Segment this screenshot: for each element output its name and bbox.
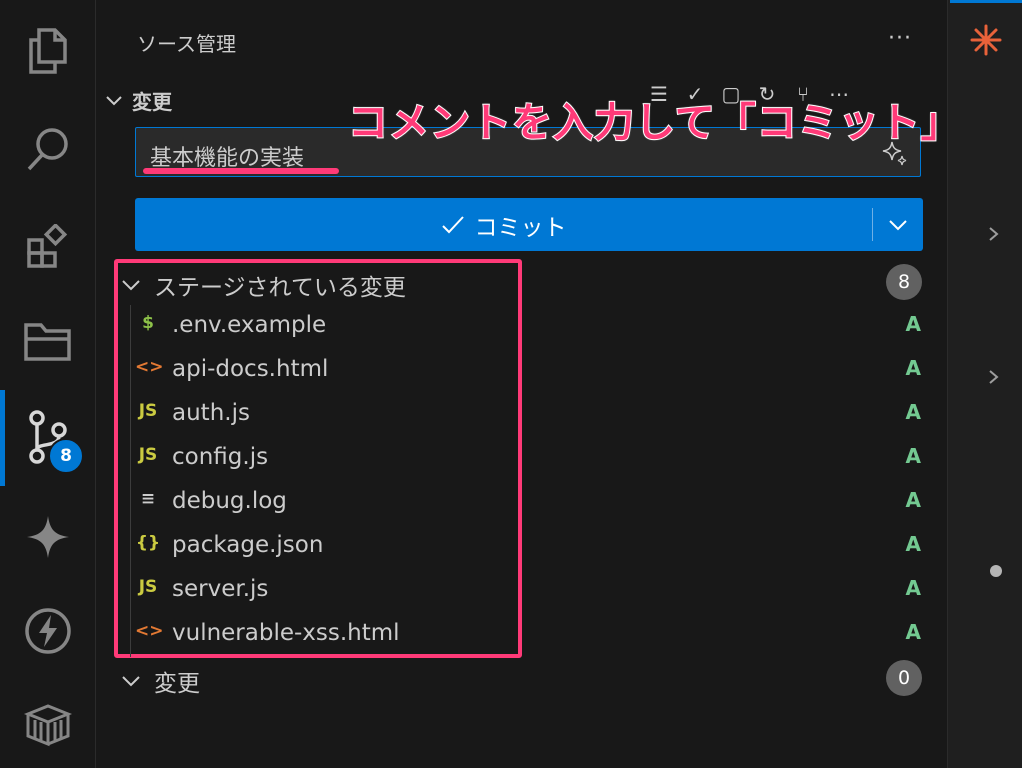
html-icon: <> <box>135 357 164 377</box>
dot-icon <box>990 565 1002 577</box>
file-row[interactable]: <> vulnerable-xss.html A <box>135 613 925 657</box>
file-row[interactable]: {} package.json A <box>135 525 925 569</box>
editor-area <box>947 0 1022 768</box>
file-name: server.js <box>172 576 269 602</box>
package-icon[interactable] <box>0 690 95 760</box>
file-status: A <box>905 400 921 424</box>
check-icon <box>441 215 464 233</box>
file-name: auth.js <box>172 400 250 426</box>
commit-button-label: コミット <box>474 214 567 241</box>
search-icon[interactable] <box>0 114 95 184</box>
file-row[interactable]: JS auth.js A <box>135 393 925 437</box>
html-icon: <> <box>135 621 164 641</box>
file-status: A <box>905 312 921 336</box>
file-status: A <box>905 488 921 512</box>
chevron-down-icon <box>106 95 122 105</box>
section-label: 変更 <box>132 90 172 114</box>
commit-button-main[interactable]: コミット <box>135 198 872 251</box>
file-name: package.json <box>172 532 324 558</box>
staged-changes-label: ステージされている変更 <box>154 275 406 301</box>
file-row[interactable]: JS config.js A <box>135 437 925 481</box>
annotation-callout: コメントを入力して「コミット」 <box>347 99 962 147</box>
file-status: A <box>905 532 921 556</box>
staged-changes-header[interactable]: ステージされている変更 <box>122 268 406 302</box>
file-row[interactable]: <> api-docs.html A <box>135 349 925 393</box>
asterisk-tab-icon[interactable] <box>970 24 1002 56</box>
chevron-down-icon <box>889 219 907 230</box>
file-name: .env.example <box>172 312 327 338</box>
activity-bar: 8 <box>0 0 96 768</box>
sparkle-icon[interactable] <box>0 502 95 572</box>
file-name: vulnerable-xss.html <box>172 620 400 646</box>
changes-label: 変更 <box>154 671 200 697</box>
js-icon: JS <box>138 401 158 421</box>
active-tab-accent <box>950 0 1022 3</box>
file-status: A <box>905 444 921 468</box>
explorer-icon[interactable] <box>0 16 95 86</box>
sidebar-title: ソース管理 <box>137 32 236 56</box>
chevron-down-icon <box>122 279 140 290</box>
message-underline-mark <box>143 168 339 174</box>
changes-section-header[interactable]: 変更 <box>106 86 172 115</box>
staged-count-badge: 8 <box>886 264 922 300</box>
json-icon: {} <box>135 533 161 553</box>
js-icon: JS <box>138 577 158 597</box>
file-status: A <box>905 576 921 600</box>
file-name: config.js <box>172 444 269 470</box>
changes-header[interactable]: 変更 <box>122 664 200 698</box>
more-actions-icon[interactable]: ··· <box>888 26 912 51</box>
source-control-badge: 8 <box>48 438 84 474</box>
file-row[interactable]: $ .env.example A <box>135 305 925 349</box>
log-file-icon: ≡ <box>140 489 156 509</box>
js-icon: JS <box>138 445 158 465</box>
file-status: A <box>905 356 921 380</box>
lightning-icon[interactable] <box>0 596 95 666</box>
chevron-right-icon[interactable] <box>988 226 1000 242</box>
changes-count-badge: 0 <box>886 660 922 696</box>
commit-button[interactable]: コミット <box>135 198 923 251</box>
extensions-icon[interactable] <box>0 212 95 282</box>
file-row[interactable]: JS server.js A <box>135 569 925 613</box>
file-row[interactable]: ≡ debug.log A <box>135 481 925 525</box>
file-name: api-docs.html <box>172 356 329 382</box>
file-status: A <box>905 620 921 644</box>
tree-indent-guide <box>130 305 131 657</box>
folders-icon[interactable] <box>0 306 95 376</box>
dollar-icon: $ <box>142 313 154 333</box>
commit-dropdown-button[interactable] <box>873 198 923 251</box>
file-name: debug.log <box>172 488 287 514</box>
chevron-down-icon <box>122 675 140 686</box>
chevron-right-icon[interactable] <box>988 369 1000 385</box>
